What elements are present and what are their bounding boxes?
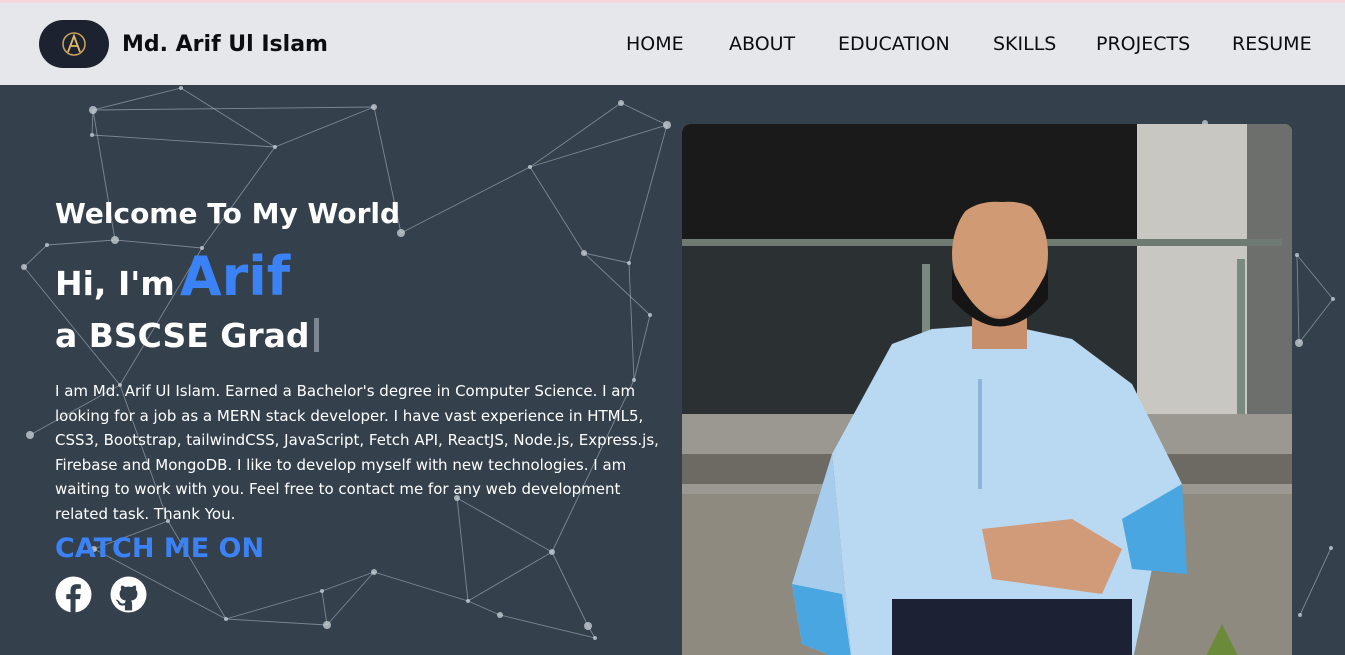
- nav-education[interactable]: EDUCATION: [838, 33, 950, 55]
- catch-me-on-heading: CATCH ME ON: [55, 533, 265, 564]
- typed-role-line: a BSCSE Grad: [55, 316, 319, 355]
- github-link[interactable]: [110, 576, 147, 613]
- bio-paragraph: I am Md. Arif Ul Islam. Earned a Bachelo…: [55, 382, 659, 523]
- profile-photo: [682, 124, 1292, 655]
- hero-section: Welcome To My World Hi, I'm Arif a BSCSE…: [0, 85, 1345, 655]
- typed-role-text: a BSCSE Grad: [55, 316, 310, 355]
- nav-about[interactable]: ABOUT: [729, 33, 795, 55]
- github-icon: [110, 576, 147, 613]
- logo[interactable]: [39, 20, 109, 68]
- logo-monogram-icon: [62, 32, 86, 56]
- greeting-name: Arif: [179, 245, 291, 308]
- welcome-heading: Welcome To My World: [55, 197, 401, 230]
- facebook-link[interactable]: [55, 576, 92, 613]
- nav-home[interactable]: HOME: [626, 33, 684, 55]
- greeting-prefix: Hi, I'm: [55, 264, 175, 303]
- nav-skills[interactable]: SKILLS: [993, 33, 1056, 55]
- nav-projects[interactable]: PROJECTS: [1096, 33, 1190, 55]
- facebook-icon: [55, 576, 92, 613]
- nav-resume[interactable]: RESUME: [1232, 33, 1312, 55]
- greeting-line: Hi, I'm Arif: [55, 245, 290, 308]
- typing-cursor: [313, 318, 319, 352]
- navbar: Md. Arif Ul Islam HOME ABOUT EDUCATION S…: [0, 3, 1345, 85]
- brand-name[interactable]: Md. Arif Ul Islam: [122, 32, 328, 57]
